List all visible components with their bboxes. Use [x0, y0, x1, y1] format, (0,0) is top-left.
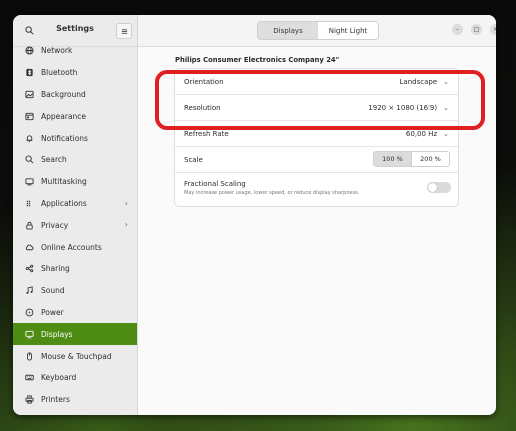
sidebar-item-online-accounts[interactable]: Online Accounts — [13, 236, 137, 258]
share-icon — [24, 264, 34, 274]
hamburger-menu-icon[interactable] — [116, 23, 132, 39]
sidebar-item-mouse-touchpad[interactable]: Mouse & Touchpad — [13, 345, 137, 367]
sidebar-item-label: Sharing — [41, 264, 70, 274]
sidebar-item-keyboard[interactable]: Keyboard — [13, 367, 137, 389]
search-icon — [24, 155, 34, 165]
scale-label: Scale — [184, 156, 203, 164]
chevron-right-icon: › — [124, 220, 128, 230]
sidebar-item-label: Appearance — [41, 111, 87, 121]
close-icon[interactable]: × — [490, 24, 496, 35]
sidebar-item-label: Power — [41, 307, 64, 317]
keyboard-icon — [24, 373, 34, 383]
monitor-name: Philips Consumer Electronics Company 24" — [175, 56, 340, 64]
sidebar-item-label: Printers — [41, 395, 70, 405]
sidebar-item-notifications[interactable]: Notifications — [13, 127, 137, 149]
view-switcher: Displays Night Light — [257, 21, 379, 40]
fractional-scaling-row[interactable]: Fractional Scaling May increase power us… — [175, 173, 458, 206]
fractional-scaling-switch[interactable] — [427, 182, 451, 193]
sidebar-item-label: Bluetooth — [41, 68, 78, 78]
bell-icon — [24, 133, 34, 143]
sidebar-item-displays[interactable]: Displays — [13, 323, 137, 346]
sidebar-item-label: Applications — [41, 198, 87, 208]
maximize-icon[interactable]: □ — [471, 24, 482, 35]
sidebar-list: Network Bluetooth Background Appearance … — [13, 40, 137, 411]
chevron-right-icon: › — [124, 198, 128, 208]
sidebar-item-label: Privacy — [41, 220, 69, 230]
scale-toggle-group: 100 % 200 % — [373, 151, 450, 167]
sidebar-item-privacy[interactable]: Privacy › — [13, 214, 137, 236]
sidebar-item-label: Keyboard — [41, 373, 77, 383]
sidebar-item-label: Online Accounts — [41, 242, 102, 252]
sidebar-item-applications[interactable]: Applications › — [13, 193, 137, 215]
sidebar-item-search[interactable]: Search — [13, 149, 137, 171]
scale-row: Scale 100 % 200 % — [175, 147, 458, 173]
sidebar-item-label: Network — [41, 46, 73, 56]
cloud-icon — [24, 242, 34, 252]
sidebar-item-label: Multitasking — [41, 177, 87, 187]
sidebar-item-label: Displays — [41, 329, 73, 339]
music-note-icon — [24, 286, 34, 296]
fractional-scaling-description: May increase power usage, lower speed, o… — [184, 190, 360, 196]
sidebar-item-multitasking[interactable]: Multitasking — [13, 171, 137, 193]
sidebar-item-label: Background — [41, 89, 86, 99]
sidebar-item-network[interactable]: Network — [13, 40, 137, 62]
sidebar-item-bluetooth[interactable]: Bluetooth — [13, 62, 137, 84]
sidebar-item-label: Search — [41, 155, 67, 165]
sidebar-item-power[interactable]: Power — [13, 302, 137, 324]
refresh-rate-value: 60,00 Hz — [405, 130, 438, 138]
sidebar-item-printers[interactable]: Printers — [13, 389, 137, 411]
scale-200-button[interactable]: 200 % — [411, 152, 449, 166]
sidebar-item-label: Mouse & Touchpad — [41, 351, 112, 361]
sidebar-item-label: Sound — [41, 286, 65, 296]
mouse-icon — [24, 351, 34, 361]
chevron-down-icon: ⌄ — [443, 130, 449, 138]
fractional-scaling-label: Fractional Scaling — [184, 180, 246, 188]
sidebar-item-background[interactable]: Background — [13, 84, 137, 106]
sidebar-item-appearance[interactable]: Appearance — [13, 105, 137, 127]
apps-icon — [24, 198, 34, 208]
sidebar-item-label: Notifications — [41, 133, 88, 143]
tab-night-light[interactable]: Night Light — [318, 22, 378, 39]
sidebar: Settings Network Bluetooth Background Ap… — [13, 15, 138, 415]
power-icon — [24, 307, 34, 317]
refresh-rate-label: Refresh Rate — [184, 130, 229, 138]
sidebar-item-sound[interactable]: Sound — [13, 280, 137, 302]
multitasking-icon — [24, 177, 34, 187]
appearance-icon — [24, 111, 34, 121]
minimize-icon[interactable]: – — [452, 24, 463, 35]
bluetooth-icon — [24, 68, 34, 78]
scale-100-button[interactable]: 100 % — [374, 152, 411, 166]
display-icon — [24, 329, 34, 339]
switch-knob — [428, 183, 437, 192]
refresh-rate-dropdown[interactable]: 60,00 Hz ⌄ — [406, 130, 449, 138]
header-bar: Displays Night Light – □ × — [138, 15, 496, 47]
printer-icon — [24, 395, 34, 405]
network-icon — [24, 46, 34, 56]
sidebar-item-sharing[interactable]: Sharing — [13, 258, 137, 280]
tab-displays[interactable]: Displays — [258, 22, 318, 39]
red-highlight-annotation — [155, 70, 485, 130]
lock-icon — [24, 220, 34, 230]
background-icon — [24, 89, 34, 99]
